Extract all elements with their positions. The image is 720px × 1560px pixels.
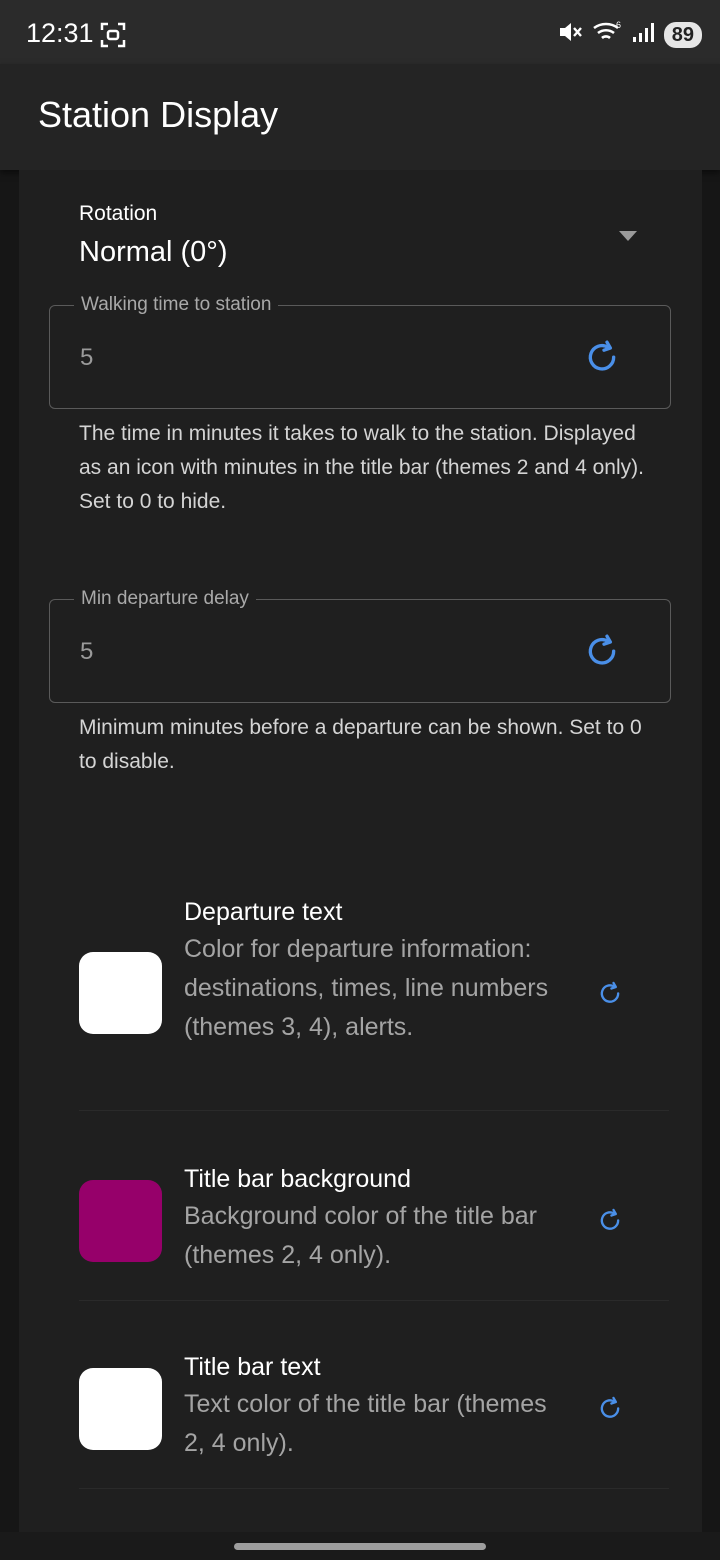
rotation-label: Rotation [79,202,158,225]
divider [79,1300,669,1301]
min-departure-delay-helper: Minimum minutes before a departure can b… [79,716,642,773]
signal-icon [632,21,656,48]
home-gesture-handle[interactable] [234,1543,486,1550]
reset-icon[interactable] [596,980,624,1013]
color-setting-title: Title bar text [184,1353,321,1381]
page-title: Station Display [38,94,279,135]
color-swatch[interactable] [79,1368,162,1450]
divider [79,1488,669,1489]
reset-icon[interactable] [596,1395,624,1428]
min-departure-delay-input[interactable]: 5 [80,638,93,666]
color-setting-title: Departure text [184,898,343,926]
min-departure-delay-reset-icon[interactable] [582,632,622,677]
min-departure-delay-label: Min departure delay [74,588,256,610]
svg-text:6: 6 [616,20,621,30]
navigation-bar [0,1532,720,1560]
mute-icon [558,20,584,49]
screenshot-icon [100,22,126,53]
status-time: 12:31 [26,18,94,48]
reset-icon[interactable] [596,1207,624,1240]
walking-time-reset-icon[interactable] [582,338,622,383]
walking-time-helper: The time in minutes it takes to walk to … [79,422,644,513]
app-bar: Station Display [0,64,720,170]
color-swatch[interactable] [79,952,162,1034]
color-setting-description: Background color of the title bar (theme… [184,1202,537,1269]
walking-time-input[interactable]: 5 [80,344,93,372]
walking-time-field[interactable]: Walking time to station 5 [49,294,671,409]
dropdown-arrow-icon[interactable] [619,231,637,241]
divider [79,1110,669,1111]
color-setting-description: Color for departure information: destina… [184,935,549,1041]
walking-time-label: Walking time to station [74,294,279,316]
settings-content: Rotation Normal (0°) Walking time to sta… [19,170,702,1532]
color-setting-title: Title bar background [184,1165,411,1193]
min-departure-delay-field[interactable]: Min departure delay 5 [49,588,671,703]
battery-icon: 89 [663,21,702,48]
color-swatch[interactable] [79,1180,162,1262]
wifi-icon: 6 [592,20,624,49]
rotation-value[interactable]: Normal (0°) [79,236,228,269]
color-setting-description: Text color of the title bar (themes 2, 4… [184,1390,547,1457]
status-bar: 12:31 6 89 [0,0,720,64]
